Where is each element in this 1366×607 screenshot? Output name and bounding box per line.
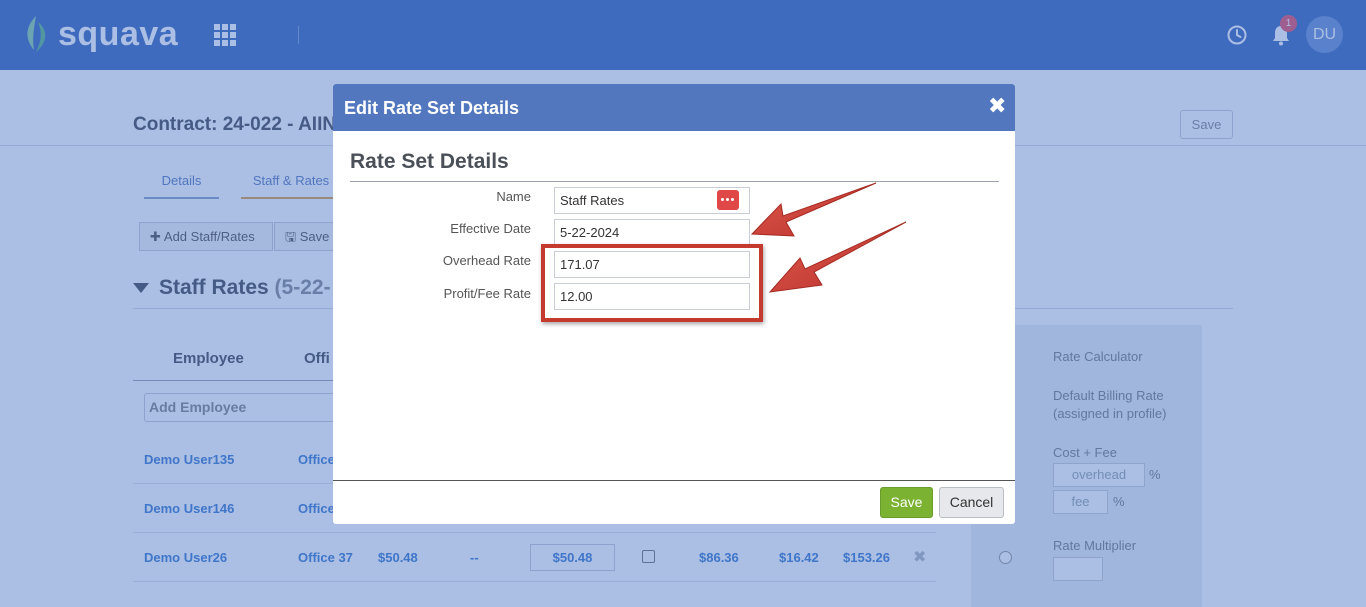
close-icon[interactable]: ✖ [988, 95, 1006, 117]
profit-fee-rate-label: Profit/Fee Rate [443, 286, 531, 301]
annotation-highlight-box [541, 244, 763, 322]
cancel-button[interactable]: Cancel [939, 487, 1004, 518]
subtitle-divider [350, 181, 999, 182]
dialog-title: Edit Rate Set Details [344, 98, 520, 118]
effective-date-label: Effective Date [450, 221, 531, 236]
overhead-rate-label: Overhead Rate [442, 253, 531, 268]
footer-divider [333, 480, 1015, 481]
name-label: Name [496, 189, 531, 204]
effective-date-input[interactable]: 5-22-2024 [554, 219, 750, 246]
dialog-header: Edit Rate Set Details ✖ [333, 84, 1015, 131]
save-button[interactable]: Save [880, 487, 933, 518]
dialog-subtitle: Rate Set Details [350, 150, 509, 173]
password-manager-icon[interactable] [717, 190, 739, 210]
